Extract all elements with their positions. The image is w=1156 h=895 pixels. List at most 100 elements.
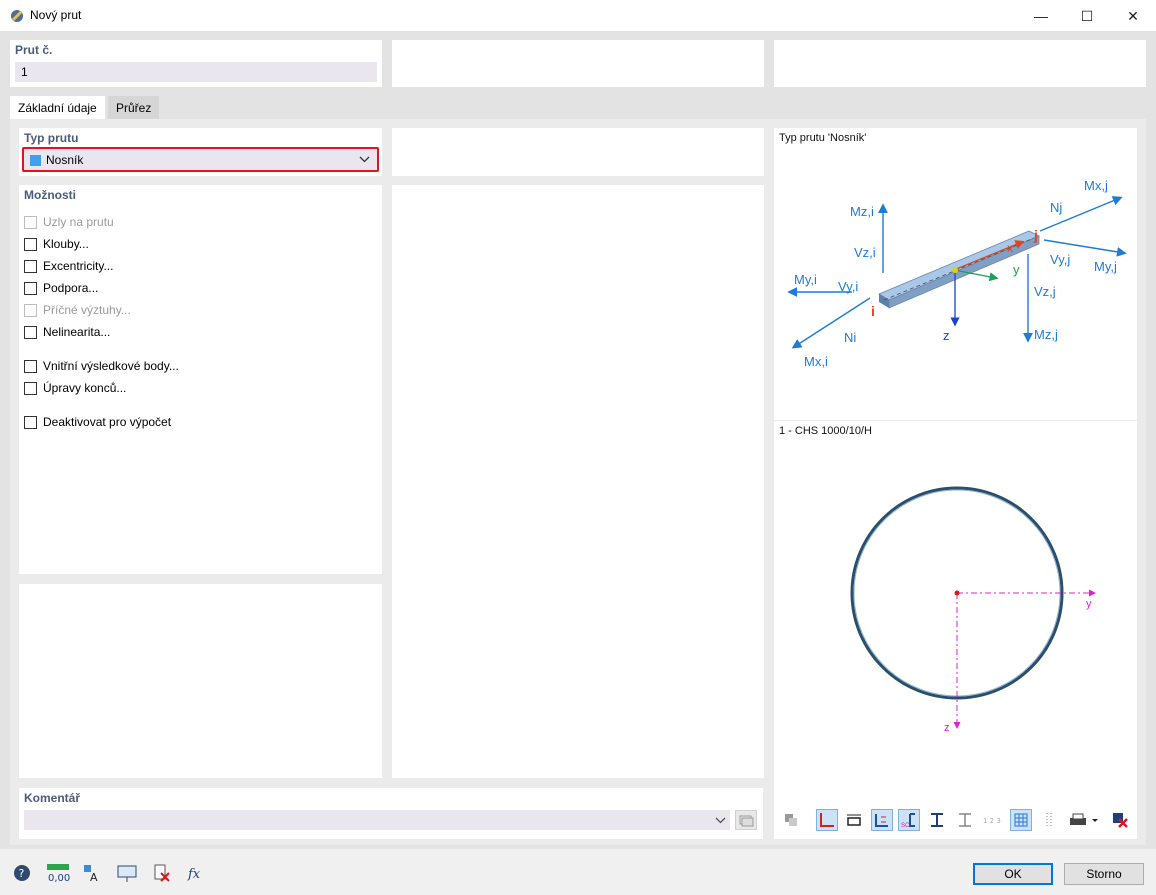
view-icon xyxy=(117,865,137,882)
delete-button[interactable] xyxy=(150,862,174,884)
units-icon: 0,00 xyxy=(47,864,70,884)
label-mx-j: Mx,j xyxy=(1084,178,1108,193)
option-eccentricities[interactable]: Excentricity... xyxy=(24,258,113,274)
member-type-diagram-panel: Typ prutu 'Nosník' Mz,i Vz,i My,i Vy,i N… xyxy=(774,128,1137,420)
label-n-i: Ni xyxy=(844,330,856,345)
svg-text:SC: SC xyxy=(901,823,910,829)
middle-panel xyxy=(392,185,764,778)
minimize-button[interactable]: — xyxy=(1018,0,1064,32)
option-hinges[interactable]: Klouby... xyxy=(24,236,89,252)
centroid-icon: SC xyxy=(901,813,915,829)
chevron-down-icon[interactable] xyxy=(715,815,726,825)
label-mz-i: Mz,i xyxy=(850,204,874,219)
close-button[interactable]: ✕ xyxy=(1110,0,1156,32)
formula-icon: fx xyxy=(187,867,201,882)
reset-icon xyxy=(1113,813,1128,828)
checkbox[interactable] xyxy=(24,359,37,373)
view-button[interactable] xyxy=(115,862,139,884)
label-vz-i: Vz,i xyxy=(854,245,876,260)
svg-text:A: A xyxy=(90,871,98,884)
delete-icon xyxy=(154,864,170,882)
show-axes-button[interactable] xyxy=(871,809,893,831)
checkbox[interactable] xyxy=(24,325,37,339)
options-label: Možnosti xyxy=(24,188,76,202)
window-title: Nový prut xyxy=(30,8,82,22)
i-section-outline-button[interactable] xyxy=(954,809,976,831)
cancel-button[interactable]: Storno xyxy=(1064,863,1144,885)
member-type-color-swatch xyxy=(30,155,41,166)
option-internal-result-points[interactable]: Vnitřní výsledkové body... xyxy=(24,358,179,374)
checkbox[interactable] xyxy=(24,281,37,295)
comment-library-button[interactable] xyxy=(735,810,757,830)
option-nonlinearity[interactable]: Nelinearita... xyxy=(24,324,110,340)
text-edit-icon: A xyxy=(84,865,98,884)
member-type-info-panel xyxy=(392,128,764,176)
show-dimensions-button[interactable] xyxy=(816,809,838,831)
help-button[interactable]: ? xyxy=(10,862,34,884)
dialog-footer: ? 0,00 A fx OK Storno xyxy=(0,849,1156,895)
dimensions-icon xyxy=(820,813,834,827)
maximize-button[interactable]: ☐ xyxy=(1064,0,1110,32)
axis-y-label: y xyxy=(1013,262,1020,277)
option-deactivate-for-calculation[interactable]: Deaktivovat pro výpočet xyxy=(24,414,171,430)
text-edit-button[interactable]: A xyxy=(80,862,104,884)
header-panel-middle xyxy=(392,40,764,87)
member-type-label: Typ prutu xyxy=(24,131,79,145)
lower-left-panel xyxy=(19,584,382,778)
dimension-line-icon xyxy=(847,814,861,826)
comment-panel: Komentář xyxy=(19,788,763,839)
show-centroid-button[interactable]: SC xyxy=(898,809,920,831)
stress-points-icon xyxy=(1046,813,1052,827)
label-vz-j: Vz,j xyxy=(1034,284,1056,299)
grid-button[interactable] xyxy=(1010,809,1032,831)
svg-text:1 2 3: 1 2 3 xyxy=(983,817,1001,825)
formula-button[interactable]: fx xyxy=(185,862,209,884)
section-drawing: y z xyxy=(850,486,1096,734)
member-type-select[interactable]: Nosník xyxy=(22,147,379,172)
svg-text:fx: fx xyxy=(187,867,201,882)
option-support[interactable]: Podpora... xyxy=(24,280,98,296)
i-section-button[interactable] xyxy=(926,809,948,831)
reset-view-button[interactable] xyxy=(1109,809,1131,831)
tab-basic-data[interactable]: Základní údaje xyxy=(10,96,105,119)
section-info-icon xyxy=(785,814,797,826)
dimension-line-button[interactable] xyxy=(843,809,865,831)
print-button[interactable] xyxy=(1066,809,1102,831)
option-end-modifications[interactable]: Úpravy konců... xyxy=(24,380,126,396)
label-mx-i: Mx,i xyxy=(804,354,828,369)
comment-input[interactable] xyxy=(24,810,730,830)
checkbox[interactable] xyxy=(24,381,37,395)
checkbox[interactable] xyxy=(24,303,37,317)
section-info-button[interactable] xyxy=(780,809,802,831)
checkbox[interactable] xyxy=(24,259,37,273)
member-diagram: Mz,i Vz,i My,i Vy,i Ni Mx,i Nj Mx,j Vy,j… xyxy=(787,178,1127,369)
units-button[interactable]: 0,00 xyxy=(45,862,71,884)
section-axis-y: y xyxy=(1086,598,1092,610)
library-icon xyxy=(739,815,754,827)
label-n-j: Nj xyxy=(1050,200,1062,215)
checkbox[interactable] xyxy=(24,237,37,251)
i-section-outline-icon xyxy=(959,813,971,827)
checkbox[interactable] xyxy=(24,415,37,429)
numbering-button[interactable]: 1 2 3 xyxy=(982,809,1004,831)
svg-text:0,00: 0,00 xyxy=(48,873,70,884)
numbering-icon: 1 2 3 xyxy=(983,817,1001,825)
option-nodes-on-member[interactable]: Uzly na prutu xyxy=(24,214,114,230)
section-preview-panel: 1 - CHS 1000/10/H y z xyxy=(774,421,1137,839)
member-number-label: Prut č. xyxy=(15,43,53,57)
label-mz-j: Mz,j xyxy=(1034,327,1058,342)
section-axis-z: z xyxy=(944,722,950,734)
tab-cross-section[interactable]: Průřez xyxy=(108,96,160,119)
chevron-down-icon xyxy=(359,156,370,163)
header-panel-right xyxy=(774,40,1146,87)
member-number-input[interactable]: 1 xyxy=(15,62,377,82)
comment-label: Komentář xyxy=(24,791,81,805)
stress-points-button[interactable] xyxy=(1038,809,1060,831)
help-icon: ? xyxy=(14,865,30,881)
axes-icon xyxy=(875,814,888,827)
checkbox[interactable] xyxy=(24,215,37,229)
ok-button[interactable]: OK xyxy=(973,863,1053,885)
dialog-body: Prut č. 1 Základní údaje Průřez Typ prut… xyxy=(0,32,1156,849)
i-section-icon xyxy=(931,813,943,827)
option-transverse-stiffeners[interactable]: Příčné výztuhy... xyxy=(24,302,131,318)
